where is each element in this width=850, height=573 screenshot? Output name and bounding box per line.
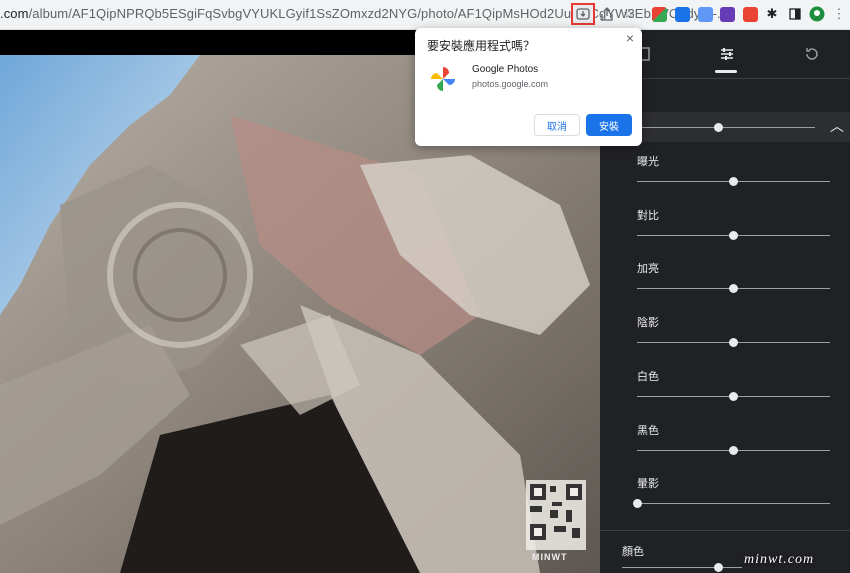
slider-label: 黑色 — [637, 425, 659, 437]
extension-icon-2[interactable] — [675, 7, 690, 22]
star-icon[interactable]: ☆ — [620, 5, 638, 23]
extension-icon-3[interactable] — [698, 7, 713, 22]
install-app-dialog: 要安裝應用程式嗎？ × Google Photos photos.google.… — [415, 28, 642, 146]
active-tab-indicator — [715, 70, 737, 73]
app-name: Google Photos — [472, 64, 539, 75]
slider-label: 陰影 — [637, 317, 659, 329]
slider-label: 白色 — [637, 371, 659, 383]
install-button[interactable]: 安裝 — [586, 114, 632, 136]
slider-knob[interactable] — [729, 231, 738, 240]
install-app-icon — [576, 8, 590, 20]
mail-extension-icon[interactable] — [743, 7, 758, 22]
install-dialog-title: 要安裝應用程式嗎？ — [427, 39, 536, 53]
slider-knob[interactable] — [729, 338, 738, 347]
watermark: minwt.com — [744, 552, 815, 567]
app-url: photos.google.com — [472, 79, 549, 89]
slider-knob[interactable] — [729, 446, 738, 455]
color-knob[interactable] — [714, 563, 723, 572]
extension-icon-1[interactable] — [652, 7, 667, 22]
address-bar[interactable]: .com/album/AF1QipNPRQb5ESgiFqSvbgVYUKLGy… — [0, 6, 728, 21]
section-divider — [600, 530, 850, 531]
extensions-icon[interactable]: ✱ — [763, 5, 781, 23]
side-panel-icon[interactable] — [786, 5, 804, 23]
google-photos-logo — [427, 63, 459, 100]
menu-icon[interactable]: ⋮ — [830, 5, 848, 23]
qr-label: MINWT — [532, 552, 568, 562]
slider-knob[interactable] — [633, 499, 642, 508]
slider-knob[interactable] — [729, 392, 738, 401]
close-icon[interactable]: × — [626, 30, 634, 46]
color-track — [622, 567, 742, 568]
share-icon[interactable] — [598, 5, 616, 23]
url-domain: .com — [0, 6, 29, 21]
install-app-button[interactable] — [571, 3, 595, 25]
extension-icon-4[interactable] — [720, 7, 735, 22]
chevron-up-icon[interactable]: ︿ — [830, 116, 844, 136]
cancel-button[interactable]: 取消 — [534, 114, 580, 136]
qr-code — [526, 480, 586, 550]
rotate-icon[interactable] — [799, 42, 825, 66]
tune-icon[interactable] — [714, 42, 740, 66]
browser-toolbar: .com/album/AF1QipNPRQb5ESgiFqSvbgVYUKLGy… — [0, 0, 850, 30]
slider-label: 對比 — [637, 210, 659, 222]
slider-knob[interactable] — [729, 177, 738, 186]
slider-knob[interactable] — [729, 284, 738, 293]
light-master-knob[interactable] — [714, 123, 723, 132]
profile-avatar[interactable] — [808, 5, 826, 23]
color-section-label: 顏色 — [622, 546, 644, 558]
slider-track[interactable] — [637, 503, 830, 504]
slider-label: 加亮 — [637, 263, 659, 275]
slider-label: 暈影 — [637, 478, 659, 490]
slider-label: 曝光 — [637, 156, 659, 168]
